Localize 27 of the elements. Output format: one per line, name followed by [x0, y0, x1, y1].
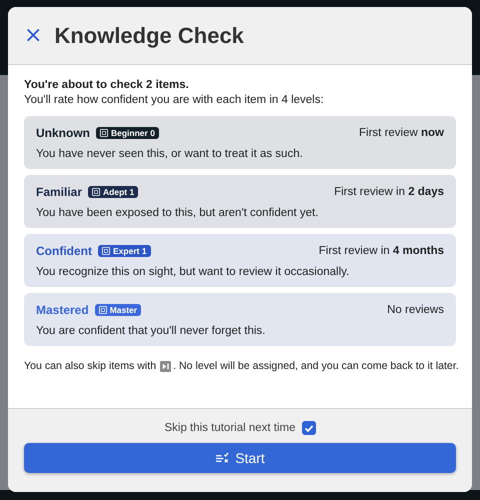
- level-description: You are confident that you'll never forget this.: [36, 325, 266, 337]
- review-schedule: First review in 2 days: [334, 186, 444, 198]
- skip-note-text: You can also skip items with: [24, 360, 156, 372]
- level-name: Familiar: [36, 185, 82, 199]
- level-badge: Beginner 0: [96, 127, 159, 139]
- checklist-icon: [215, 452, 230, 464]
- close-button[interactable]: ×: [24, 24, 42, 46]
- level-badge: Master: [94, 304, 142, 316]
- skip-icon: [160, 360, 172, 372]
- intro-heading: You're about to check 2 items.: [24, 79, 190, 91]
- level-name: Unknown: [36, 126, 90, 140]
- checkbox-label: Skip this tutorial next time: [164, 422, 296, 434]
- level-description: You have never seen this, or want to treat it as such.: [36, 148, 304, 160]
- dialog-title: Knowledge Check: [54, 22, 244, 48]
- level-name: Confident: [36, 244, 92, 258]
- level-description: You recognize this on sight, but want to review it occasionally.: [36, 266, 350, 278]
- review-schedule: No reviews: [387, 304, 444, 316]
- level-badge: Adept 1: [88, 186, 138, 198]
- level-description: You have been exposed to this, but aren't confident yet.: [36, 207, 320, 219]
- review-schedule: First review in 4 months: [318, 245, 444, 257]
- level-badge: Expert 1: [98, 245, 151, 257]
- checkbox[interactable]: [302, 421, 316, 435]
- start-button[interactable]: Start: [24, 443, 456, 473]
- skip-note-text: . No level will be assigned, and you can come back to it later.: [173, 360, 459, 372]
- review-schedule: First review now: [359, 127, 444, 139]
- intro-text: You'll rate how confident you are with each item in 4 levels:: [24, 94, 325, 106]
- level-name: Mastered: [36, 303, 89, 317]
